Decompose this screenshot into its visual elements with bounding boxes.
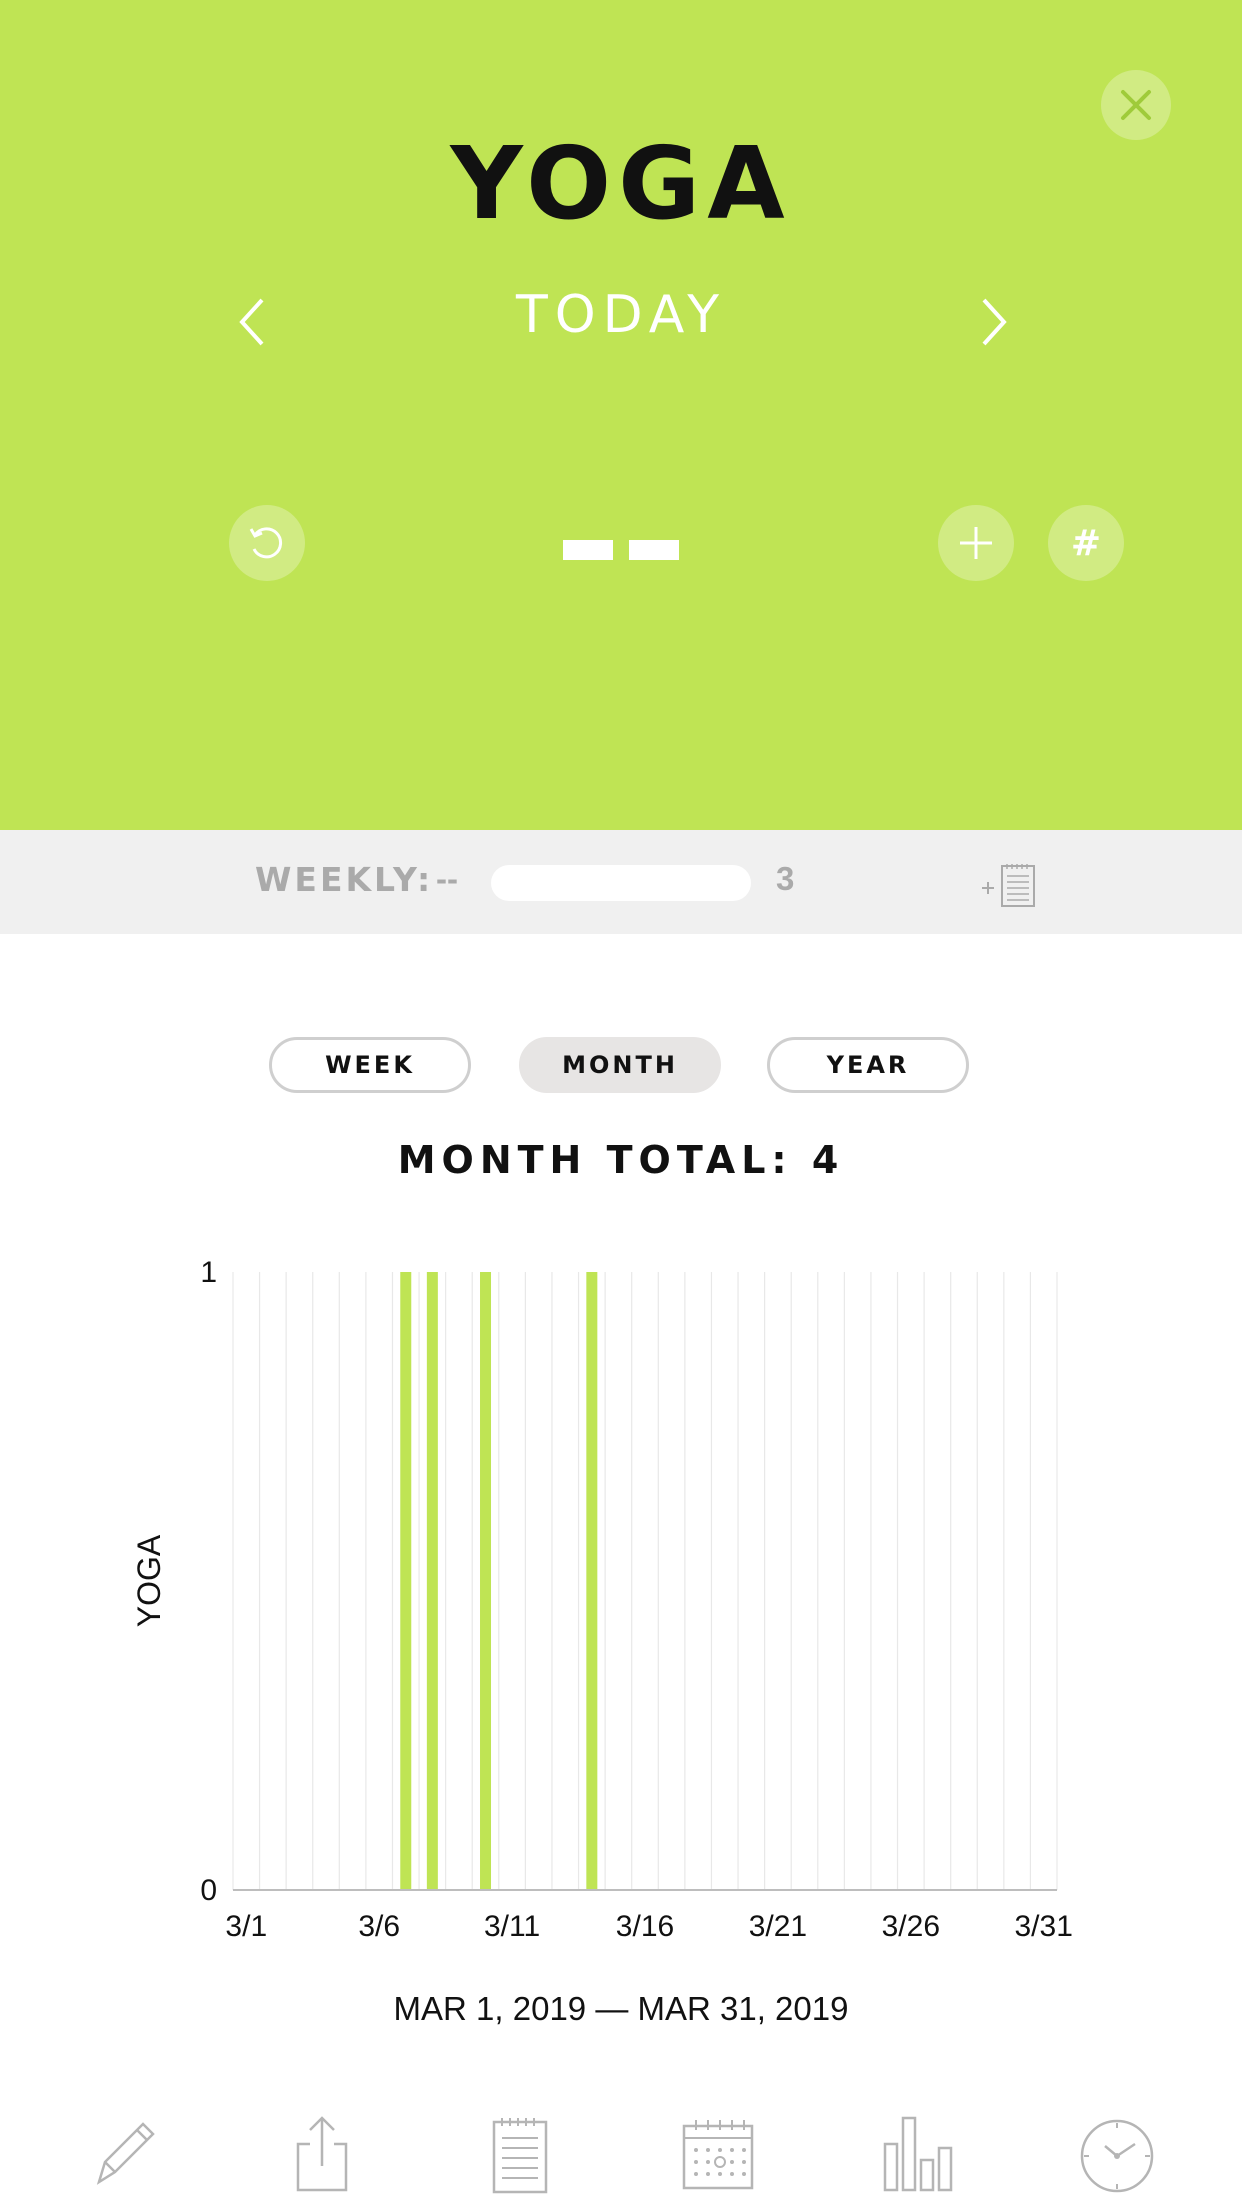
share-icon[interactable]	[282, 2110, 362, 2200]
habit-header: YOGA TODAY #	[0, 0, 1242, 830]
bar	[480, 1272, 492, 1890]
calendar-icon[interactable]	[678, 2110, 758, 2200]
next-arrow-icon[interactable]	[966, 292, 1016, 352]
value-dash	[629, 540, 679, 560]
notes-icon[interactable]	[480, 2110, 560, 2200]
add-button[interactable]	[938, 505, 1014, 581]
bar	[400, 1272, 412, 1890]
month-total: MONTH TOTAL: 4	[397, 1138, 845, 1182]
add-note-icon[interactable]	[980, 862, 1038, 910]
weekly-goal: 3	[776, 860, 795, 897]
tab-year[interactable]: YEAR	[767, 1037, 969, 1093]
hash-icon: #	[1070, 522, 1102, 564]
weekly-progress-bar: WEEKLY: -- 3	[0, 830, 1242, 934]
x-tick-label: 3/11	[484, 1910, 540, 1940]
bottom-toolbar	[0, 2110, 1242, 2208]
bar	[586, 1272, 598, 1890]
tab-week[interactable]: WEEK	[269, 1037, 471, 1093]
weekly-progress-track	[491, 865, 751, 901]
weekly-label: WEEKLY:	[255, 860, 434, 899]
y-tick-label: 0	[200, 1874, 217, 1907]
period-label: TODAY	[515, 285, 727, 345]
x-tick-label: 3/26	[882, 1910, 940, 1940]
x-tick-label: 3/1	[225, 1910, 267, 1940]
bar	[426, 1272, 438, 1890]
clock-icon[interactable]	[1077, 2110, 1157, 2200]
x-tick-label: 3/6	[358, 1910, 400, 1940]
x-tick-label: 3/21	[749, 1910, 807, 1940]
weekly-current: --	[436, 860, 458, 897]
pencil-icon[interactable]	[83, 2110, 163, 2200]
date-range: MAR 1, 2019 — MAR 31, 2019	[393, 1990, 849, 2027]
close-icon	[1121, 90, 1151, 120]
x-tick-label: 3/16	[616, 1910, 674, 1940]
habit-title: YOGA	[450, 125, 792, 242]
value-dash	[563, 540, 613, 560]
bar-chart-icon[interactable]	[877, 2110, 957, 2200]
y-axis-label: YOGA	[131, 1534, 167, 1627]
tab-month[interactable]: MONTH	[519, 1037, 721, 1093]
y-tick-label: 1	[200, 1256, 217, 1289]
monthly-bar-chart: 0 1 3/1 3/6 3/11 3/16 3/21 3/26 3/31 YOGA	[131, 1256, 1073, 1940]
plus-icon	[960, 527, 992, 559]
enter-number-button[interactable]: #	[1048, 505, 1124, 581]
x-tick-label: 3/31	[1015, 1910, 1073, 1940]
